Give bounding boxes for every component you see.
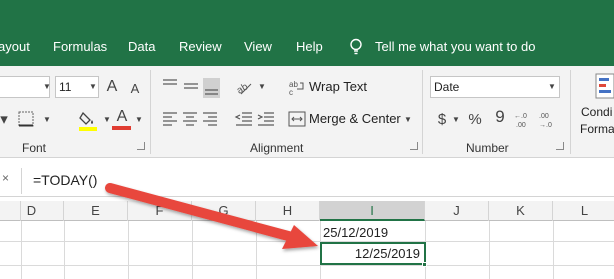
annotation-arrow [105, 183, 318, 249]
